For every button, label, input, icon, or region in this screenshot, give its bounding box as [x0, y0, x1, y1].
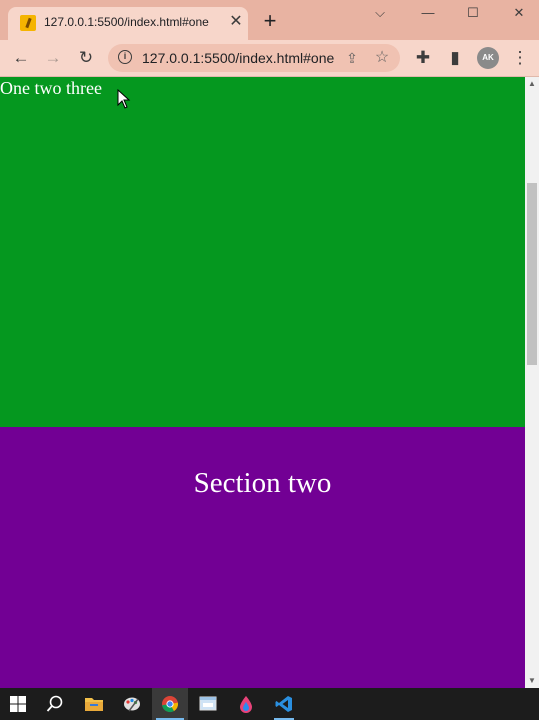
- side-panel-icon[interactable]: ▮: [443, 46, 467, 70]
- color-drop-icon[interactable]: [228, 688, 264, 720]
- favicon-icon: [20, 15, 36, 31]
- share-icon[interactable]: ⇪: [342, 47, 362, 69]
- close-window-button[interactable]: ✕: [505, 3, 533, 23]
- extensions-icon[interactable]: ✚: [411, 46, 435, 70]
- section-two: Section two: [0, 427, 525, 688]
- page-viewport: One two three Section two ▲ ▼: [0, 77, 539, 688]
- section-one: One two three: [0, 77, 525, 427]
- scroll-up-arrow-icon[interactable]: ▲: [525, 77, 539, 91]
- app-window-icon[interactable]: [190, 688, 226, 720]
- address-bar[interactable]: i 127.0.0.1:5500/index.html#one ⇪ ☆: [108, 44, 400, 72]
- site-info-icon[interactable]: i: [118, 50, 132, 64]
- section-one-text: One two three: [0, 78, 102, 98]
- back-button[interactable]: ←: [9, 46, 33, 70]
- vertical-scrollbar[interactable]: ▲ ▼: [525, 77, 539, 688]
- browser-window: 127.0.0.1:5500/index.html#one ✕ + ⌵ — ☐ …: [0, 0, 539, 688]
- section-two-heading: Section two: [193, 467, 332, 499]
- windows-start-icon[interactable]: [0, 688, 36, 720]
- tab-search-icon[interactable]: ⌵: [366, 3, 394, 23]
- tab-title: 127.0.0.1:5500/index.html#one: [44, 15, 209, 29]
- reload-button[interactable]: ↻: [74, 46, 98, 70]
- browser-tab-active[interactable]: 127.0.0.1:5500/index.html#one ✕: [8, 7, 248, 40]
- maximize-button[interactable]: ☐: [459, 3, 487, 23]
- bookmark-star-icon[interactable]: ☆: [372, 47, 392, 69]
- browser-toolbar: ← → ↻ i 127.0.0.1:5500/index.html#one ⇪ …: [0, 40, 539, 77]
- windows-taskbar: [0, 688, 539, 720]
- tab-close-icon[interactable]: ✕: [226, 12, 246, 32]
- forward-button[interactable]: →: [41, 46, 65, 70]
- file-explorer-icon[interactable]: [76, 688, 112, 720]
- paint-icon[interactable]: [114, 688, 150, 720]
- url-text[interactable]: 127.0.0.1:5500/index.html#one: [142, 50, 334, 66]
- vscode-icon[interactable]: [266, 688, 302, 720]
- scroll-down-arrow-icon[interactable]: ▼: [525, 674, 539, 688]
- mouse-cursor-icon: [117, 89, 131, 109]
- menu-icon[interactable]: ⋮: [508, 46, 532, 70]
- chrome-icon[interactable]: [152, 688, 188, 720]
- profile-avatar[interactable]: AK: [477, 47, 499, 69]
- search-icon[interactable]: [37, 688, 73, 720]
- minimize-button[interactable]: —: [414, 3, 442, 23]
- tab-strip: 127.0.0.1:5500/index.html#one ✕ + ⌵ — ☐ …: [0, 0, 539, 40]
- new-tab-button[interactable]: +: [260, 10, 280, 32]
- scroll-thumb[interactable]: [527, 183, 537, 365]
